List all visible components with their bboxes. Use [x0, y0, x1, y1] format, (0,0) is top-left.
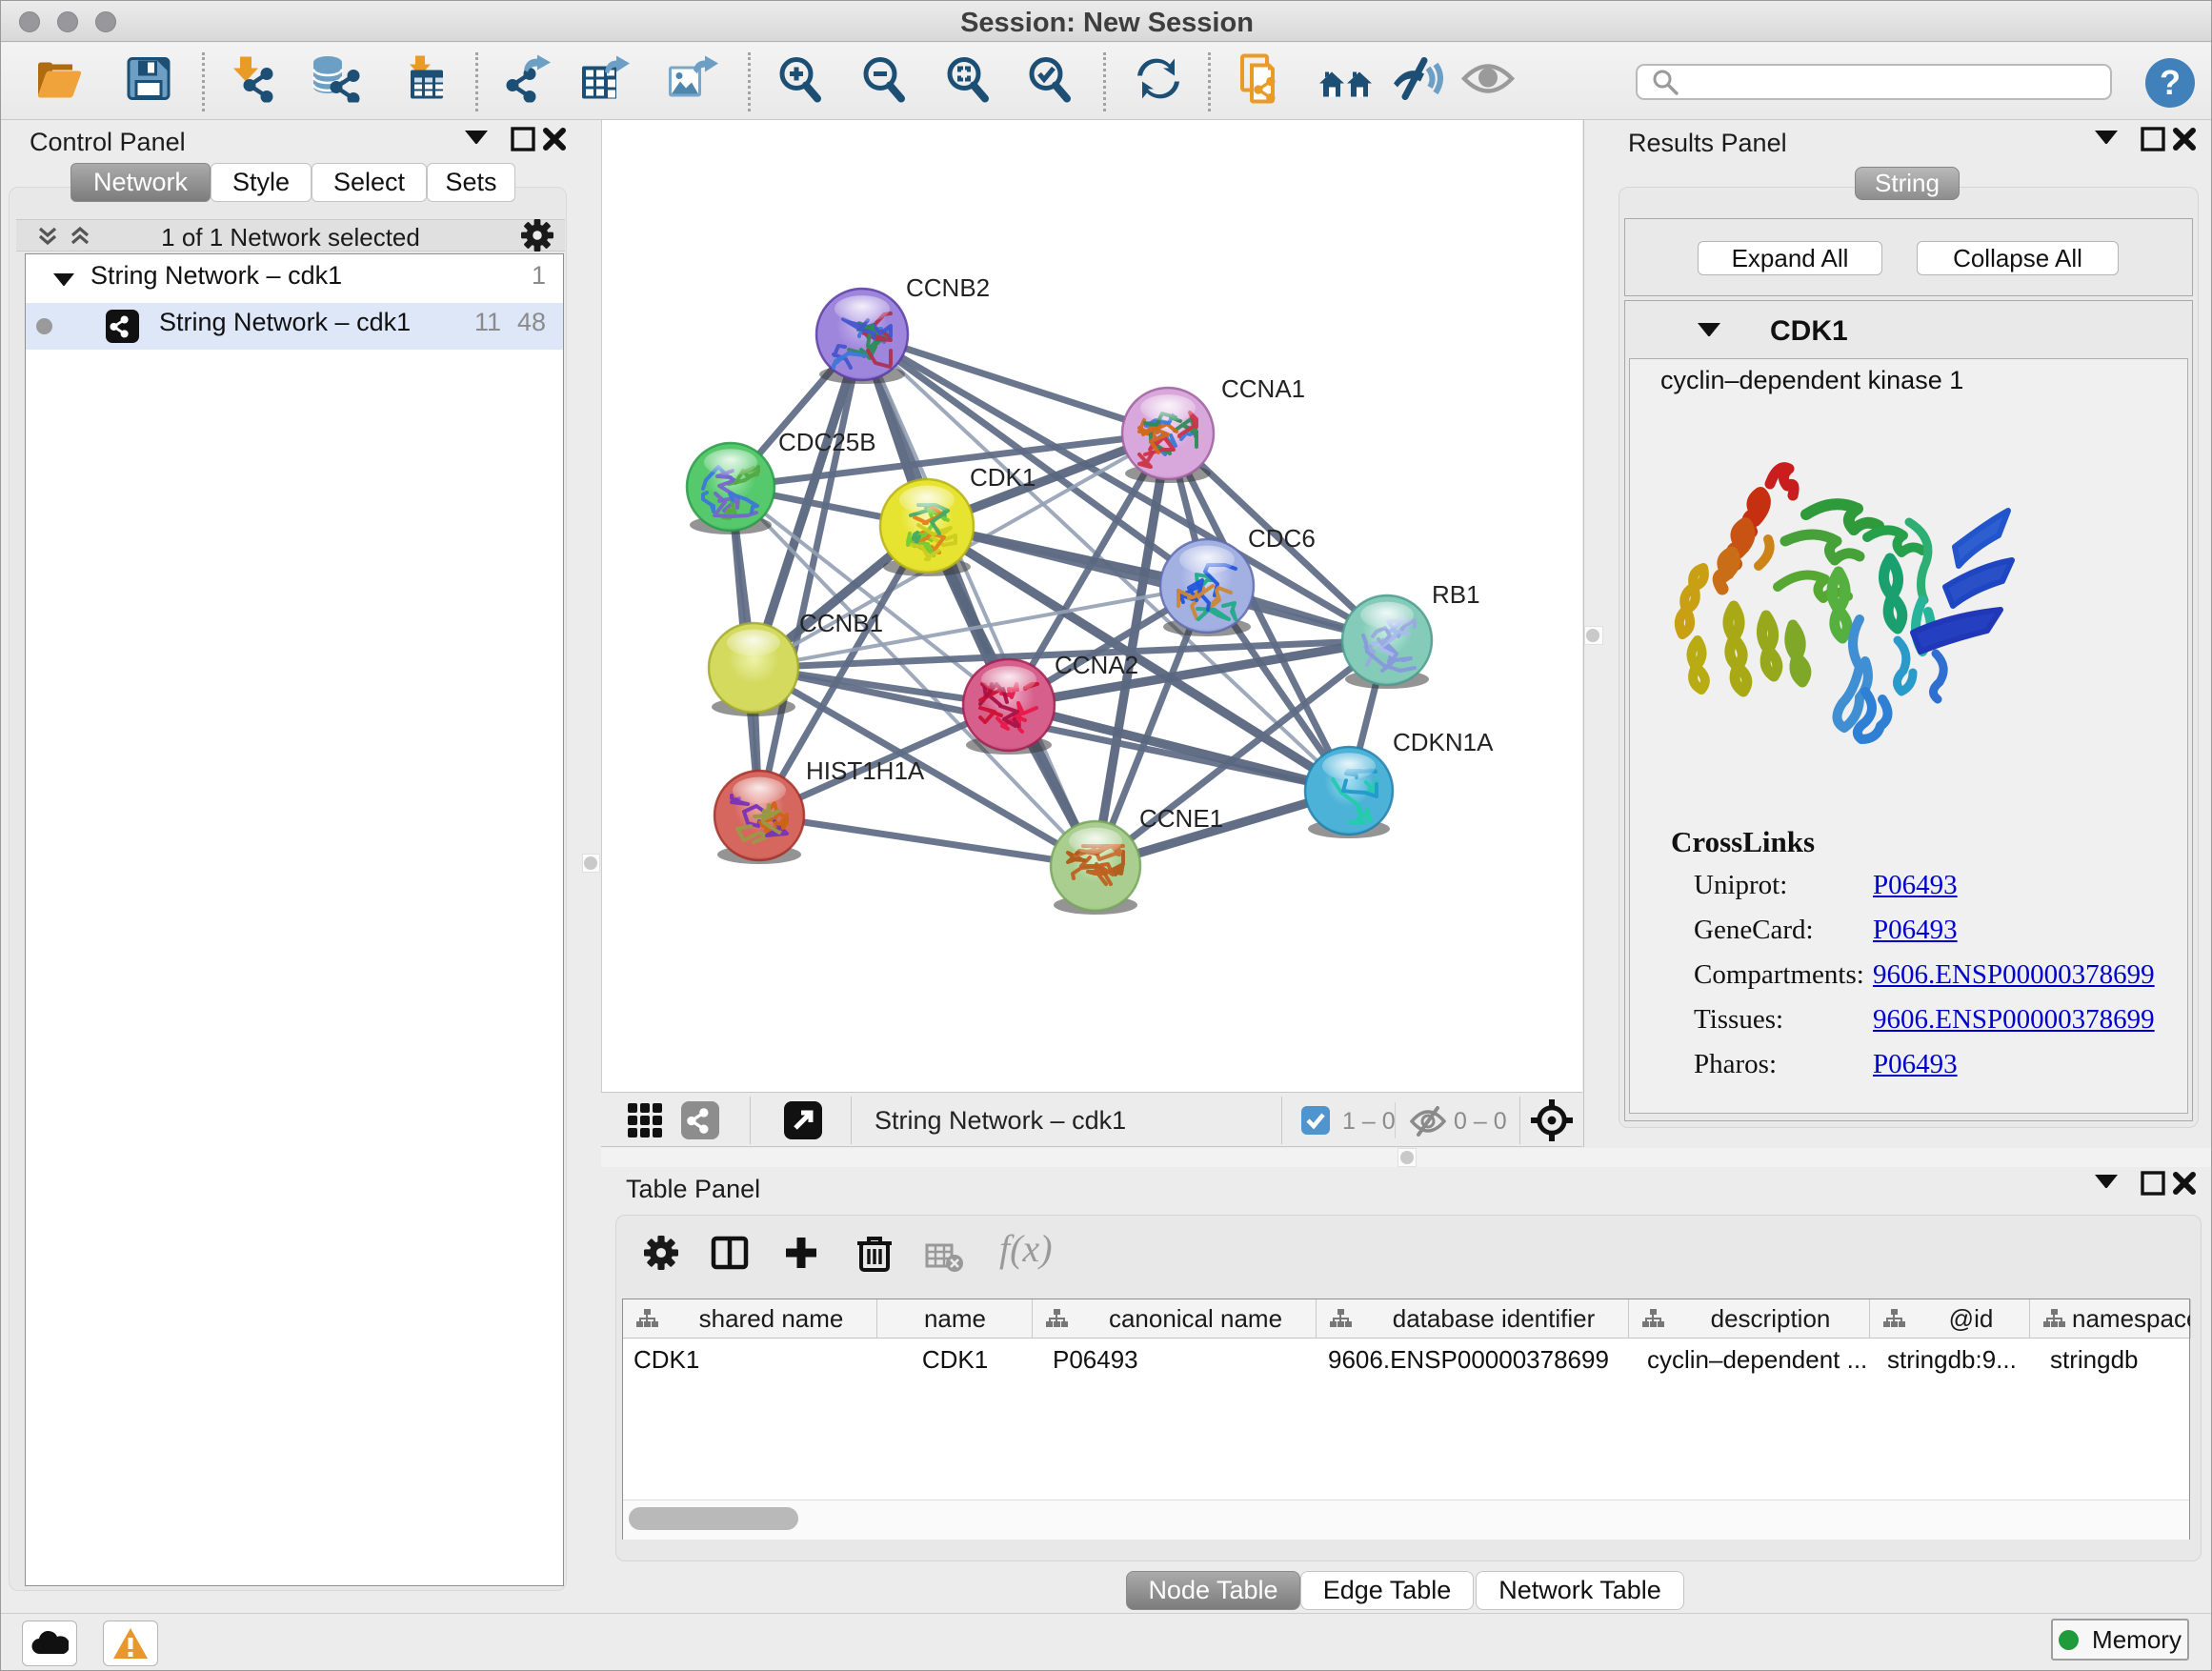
- svg-text:CCNE1: CCNE1: [1139, 804, 1223, 833]
- svg-text:HIST1H1A: HIST1H1A: [806, 756, 925, 785]
- svg-text:CDK1: CDK1: [970, 463, 1036, 492]
- svg-text:RB1: RB1: [1432, 580, 1480, 609]
- svg-text:CCNB2: CCNB2: [906, 273, 990, 302]
- svg-text:CCNB1: CCNB1: [799, 609, 883, 637]
- svg-text:CDC6: CDC6: [1248, 524, 1316, 553]
- svg-text:CCNA2: CCNA2: [1055, 651, 1138, 679]
- svg-text:CCNA1: CCNA1: [1221, 374, 1305, 403]
- svg-text:CDKN1A: CDKN1A: [1393, 728, 1494, 756]
- svg-text:CDC25B: CDC25B: [778, 428, 876, 456]
